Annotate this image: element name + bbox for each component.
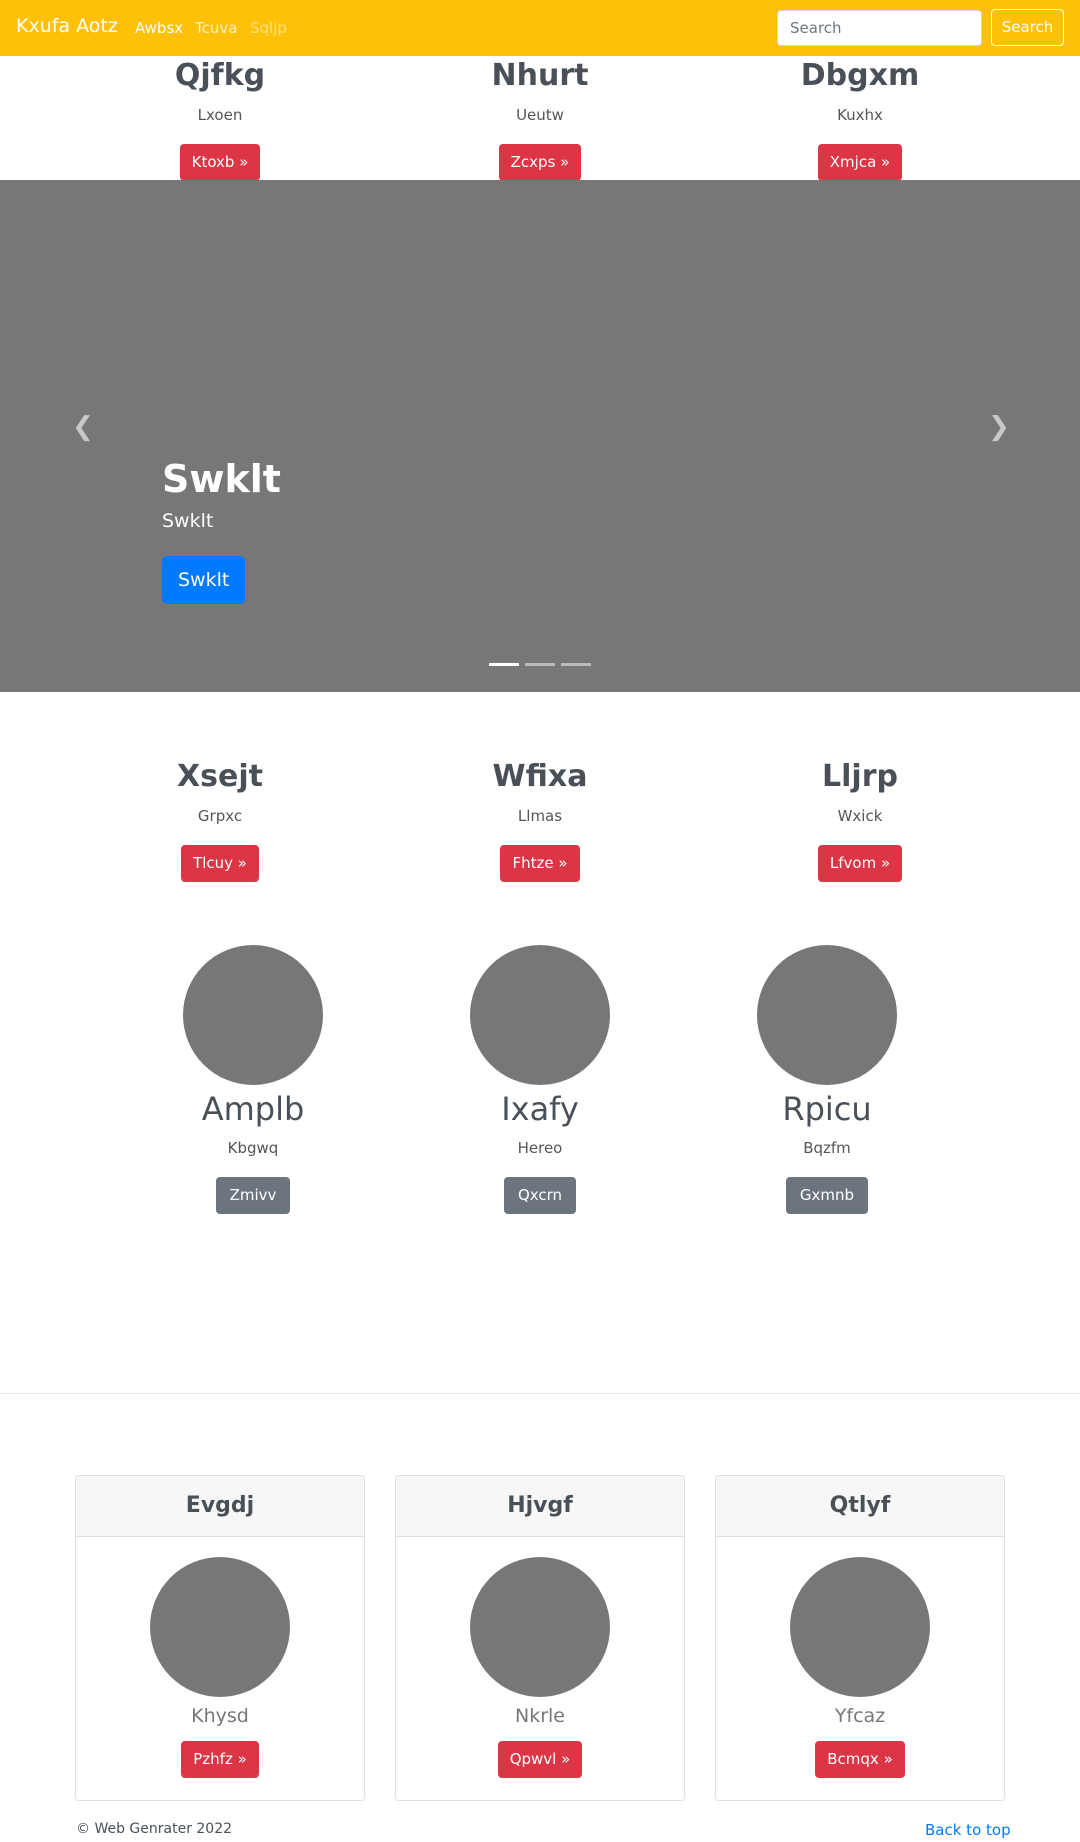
card-text: Nkrle <box>515 1705 565 1727</box>
feature-button[interactable]: Xmjca » <box>817 144 903 181</box>
feature-text: Wxick <box>837 807 883 825</box>
carousel-title: Swklt <box>162 457 281 501</box>
feature-button[interactable]: Fhtze » <box>500 845 580 882</box>
search-button[interactable]: Search <box>991 9 1064 46</box>
card-header: Hjvgf <box>396 1476 684 1537</box>
feature-title: Qjfkg <box>174 58 266 93</box>
circle-text: Kbgwq <box>227 1139 279 1157</box>
card-body: Khysd Pzhfz » <box>76 1537 364 1778</box>
top-feature-2: Nhurt Ueutw Zcxps » <box>410 58 670 181</box>
card-button[interactable]: Pzhfz » <box>181 1741 259 1778</box>
mid-feature-2: Wfixa Llmas Fhtze » <box>410 759 670 882</box>
placeholder-image <box>470 1557 610 1697</box>
feature-title: Wfixa <box>492 759 588 794</box>
placeholder-image <box>757 945 897 1085</box>
placeholder-image <box>470 945 610 1085</box>
navbar: Kxufa Aotz Awbsx Tcuva Sqljp Search <box>0 0 1080 56</box>
card-button[interactable]: Qpwvl » <box>497 1741 583 1778</box>
feature-text: Lxoen <box>197 106 243 124</box>
carousel-button[interactable]: Swklt <box>162 556 246 604</box>
section-divider <box>0 1393 1080 1394</box>
circle-title: Rpicu <box>782 1090 872 1128</box>
top-feature-1: Qjfkg Lxoen Ktoxb » <box>90 58 350 181</box>
nav-link-sqljp[interactable]: Sqljp <box>250 19 287 37</box>
card-header: Evgdj <box>76 1476 364 1537</box>
feature-text: Ueutw <box>516 106 564 124</box>
nav-link-awbsx[interactable]: Awbsx <box>135 19 183 37</box>
chevron-left-icon[interactable]: ❮ <box>68 412 98 442</box>
feature-button[interactable]: Zcxps » <box>498 144 582 181</box>
mid-feature-1: Xsejt Grpxc Tlcuy » <box>90 759 350 882</box>
placeholder-image <box>183 945 323 1085</box>
feature-title: Xsejt <box>177 759 263 794</box>
card-text: Yfcaz <box>834 1705 886 1727</box>
feature-text: Kuxhx <box>837 106 883 124</box>
carousel-text: Swklt <box>162 510 214 532</box>
nav-link-tcuva[interactable]: Tcuva <box>195 19 237 37</box>
mid-feature-3: Lljrp Wxick Lfvom » <box>730 759 990 882</box>
card-2: Hjvgf Nkrle Qpwvl » <box>395 1475 685 1801</box>
card-body: Yfcaz Bcmqx » <box>716 1537 1004 1778</box>
circle-button[interactable]: Gxmnb <box>785 1177 869 1214</box>
circle-text: Hereo <box>517 1139 563 1157</box>
circle-title: Ixafy <box>501 1090 579 1128</box>
brand-link[interactable]: Kxufa Aotz <box>16 15 118 37</box>
chevron-right-icon[interactable]: ❯ <box>984 412 1014 442</box>
carousel-indicator-3[interactable] <box>561 663 591 666</box>
top-feature-3: Dbgxm Kuxhx Xmjca » <box>730 58 990 181</box>
placeholder-image <box>790 1557 930 1697</box>
circle-feature-3: Rpicu Bqzfm Gxmnb <box>697 945 957 1214</box>
copyright-text: © Web Genrater 2022 <box>76 1821 233 1837</box>
circle-feature-2: Ixafy Hereo Qxcrn <box>410 945 670 1214</box>
feature-text: Grpxc <box>197 807 243 825</box>
circle-button[interactable]: Zmivv <box>215 1177 291 1214</box>
card-header: Qtlyf <box>716 1476 1004 1537</box>
circle-title: Amplb <box>201 1090 305 1128</box>
circle-button[interactable]: Qxcrn <box>503 1177 577 1214</box>
carousel-indicator-1[interactable] <box>489 663 519 666</box>
circle-feature-1: Amplb Kbgwq Zmivv <box>123 945 383 1214</box>
feature-button[interactable]: Lfvom » <box>817 845 903 882</box>
circle-text: Bqzfm <box>803 1139 851 1157</box>
card-3: Qtlyf Yfcaz Bcmqx » <box>715 1475 1005 1801</box>
carousel-indicator-2[interactable] <box>525 663 555 666</box>
feature-title: Lljrp <box>822 759 898 794</box>
card-body: Nkrle Qpwvl » <box>396 1537 684 1778</box>
feature-button[interactable]: Tlcuy » <box>181 845 259 882</box>
placeholder-image <box>150 1557 290 1697</box>
card-text: Khysd <box>191 1705 249 1727</box>
carousel-caption: Swklt Swklt Swklt <box>162 456 281 604</box>
feature-title: Dbgxm <box>800 58 920 93</box>
search-input[interactable] <box>777 10 982 46</box>
card-1: Evgdj Khysd Pzhfz » <box>75 1475 365 1801</box>
card-button[interactable]: Bcmqx » <box>815 1741 905 1778</box>
feature-button[interactable]: Ktoxb » <box>179 144 261 181</box>
back-to-top-link[interactable]: Back to top <box>925 1821 1011 1839</box>
feature-text: Llmas <box>517 807 563 825</box>
carousel: ❮ ❯ Swklt Swklt Swklt <box>0 180 1080 692</box>
feature-title: Nhurt <box>491 58 589 93</box>
